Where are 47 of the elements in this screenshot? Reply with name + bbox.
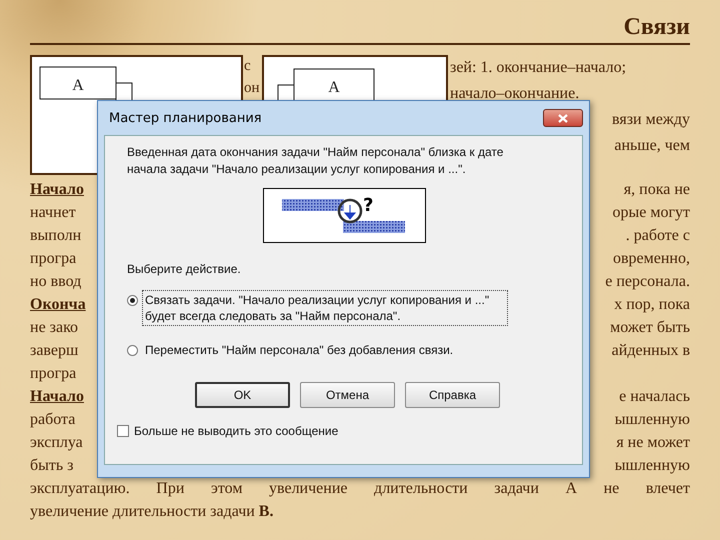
text-fragment: зей: 1. окончание–начало; [450, 58, 626, 78]
task-link-drawing: ? [263, 188, 426, 243]
text-fragment: аньше, чем [614, 136, 690, 156]
text-fragment: х пор, пока [614, 295, 690, 315]
checkbox[interactable] [117, 425, 129, 437]
text-fragment: програ [30, 249, 76, 269]
body-text-line: увеличение длительности задачи В. [30, 502, 274, 522]
text-fragment: но ввод [30, 272, 82, 292]
text-fragment: эксплуа [30, 433, 83, 453]
text-fragment: может быть [610, 318, 690, 338]
text-fragment: айденных в [612, 341, 690, 361]
option-label[interactable]: Переместить "Найм персонала" без добавления связи. [142, 340, 528, 360]
dialog-button[interactable]: Отмена [300, 382, 395, 408]
text-fragment: ышленную [614, 410, 690, 430]
text-fragment: ышленную [614, 456, 690, 476]
text-fragment: работа [30, 410, 76, 430]
text-fragment: е началась [619, 387, 690, 407]
action-prompt: Выберите действие. [127, 262, 242, 276]
close-icon [558, 114, 568, 122]
text-fragment: он [244, 79, 261, 98]
body-text-line: эксплуатацию. При этом увеличение длительности задачи А не влечет [30, 479, 690, 499]
text-fragment: я, пока не [624, 180, 690, 200]
text-fragment: . работе с [626, 226, 690, 246]
text-fragment: выполн [30, 226, 82, 246]
text-fragment: вязи между [612, 110, 690, 130]
radio-button[interactable] [127, 345, 138, 356]
option-label[interactable]: Связать задачи. "Начало реализации услуг копирования и ..." будет всегда следовать за "Найм персонала". [142, 290, 508, 326]
radio-button[interactable] [127, 295, 138, 306]
text-fragment: Начало [30, 180, 84, 200]
text-fragment: быть з [30, 456, 74, 476]
dialog-button[interactable]: OK [195, 382, 290, 408]
text-fragment: начало–окончание. [450, 84, 580, 104]
text-fragment: овременно, [612, 249, 690, 269]
dialog-button[interactable]: Справка [405, 382, 500, 408]
text-fragment: не зако [30, 318, 78, 338]
close-button[interactable] [543, 109, 583, 127]
text-fragment: начнет [30, 203, 76, 223]
text-fragment: Оконча [30, 295, 86, 315]
checkbox-label[interactable]: Больше не выводить это сообщение [134, 424, 338, 438]
slide-title: Связи [624, 14, 690, 41]
text-fragment: я не может [616, 433, 690, 453]
text-fragment: Начало [30, 387, 84, 407]
text-fragment: заверш [30, 341, 78, 361]
text-fragment: е персонала. [605, 272, 690, 292]
text-fragment: програ [30, 364, 76, 384]
text-fragment: орые могут [612, 203, 690, 223]
text-fragment: с [244, 57, 252, 76]
